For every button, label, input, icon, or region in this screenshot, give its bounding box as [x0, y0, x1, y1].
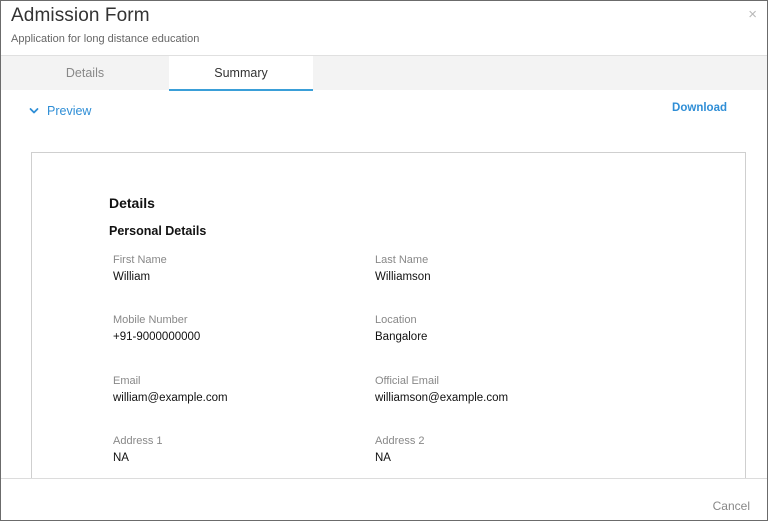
field-location: Location Bangalore: [375, 314, 427, 344]
field-value: Williamson: [375, 271, 431, 283]
field-value: William: [113, 271, 151, 283]
field-mobile-number: Mobile Number +91-9000000000: [113, 314, 200, 344]
field-address-2: Address 2 NA: [375, 435, 425, 465]
tab-bar: Details Summary: [1, 55, 767, 91]
dialog-footer: Cancel: [1, 478, 767, 520]
field-label: Location: [375, 314, 417, 326]
field-value: +91-9000000000: [113, 331, 201, 343]
field-value: Bangalore: [375, 331, 428, 343]
tab-summary[interactable]: Summary: [169, 56, 313, 91]
dialog-header: Admission Form Application for long dist…: [1, 1, 767, 55]
download-link[interactable]: Download: [672, 102, 727, 114]
field-official-email: Official Email williamson@example.com: [375, 375, 508, 405]
field-address-1: Address 1 NA: [113, 435, 163, 465]
field-label: Official Email: [375, 375, 439, 387]
field-label: First Name: [113, 254, 167, 266]
field-value: NA: [375, 452, 391, 464]
field-value: william@example.com: [113, 392, 228, 404]
field-label: Address 1: [113, 435, 163, 447]
field-email: Email william@example.com: [113, 375, 228, 405]
dialog-subtitle: Application for long distance education: [11, 33, 200, 45]
field-label: Email: [113, 375, 141, 387]
field-value: NA: [113, 452, 129, 464]
admission-form-dialog: Admission Form Application for long dist…: [0, 0, 768, 521]
preview-toggle[interactable]: Preview: [29, 104, 91, 118]
tab-details[interactable]: Details: [1, 56, 169, 91]
field-label: Address 2: [375, 435, 425, 447]
field-value: williamson@example.com: [375, 392, 509, 404]
section-title: Details: [109, 195, 155, 211]
field-label: Mobile Number: [113, 314, 188, 326]
field-last-name: Last Name Williamson: [375, 254, 431, 284]
preview-panel: Details Personal Details First Name Will…: [31, 152, 746, 482]
cancel-button[interactable]: Cancel: [713, 499, 750, 513]
subsection-title: Personal Details: [109, 224, 207, 238]
field-first-name: First Name William: [113, 254, 167, 284]
chevron-down-icon: [29, 108, 39, 114]
dialog-title: Admission Form: [11, 5, 150, 26]
close-icon[interactable]: ×: [748, 6, 757, 24]
field-label: Last Name: [375, 254, 429, 266]
preview-toggle-label: Preview: [47, 104, 92, 118]
